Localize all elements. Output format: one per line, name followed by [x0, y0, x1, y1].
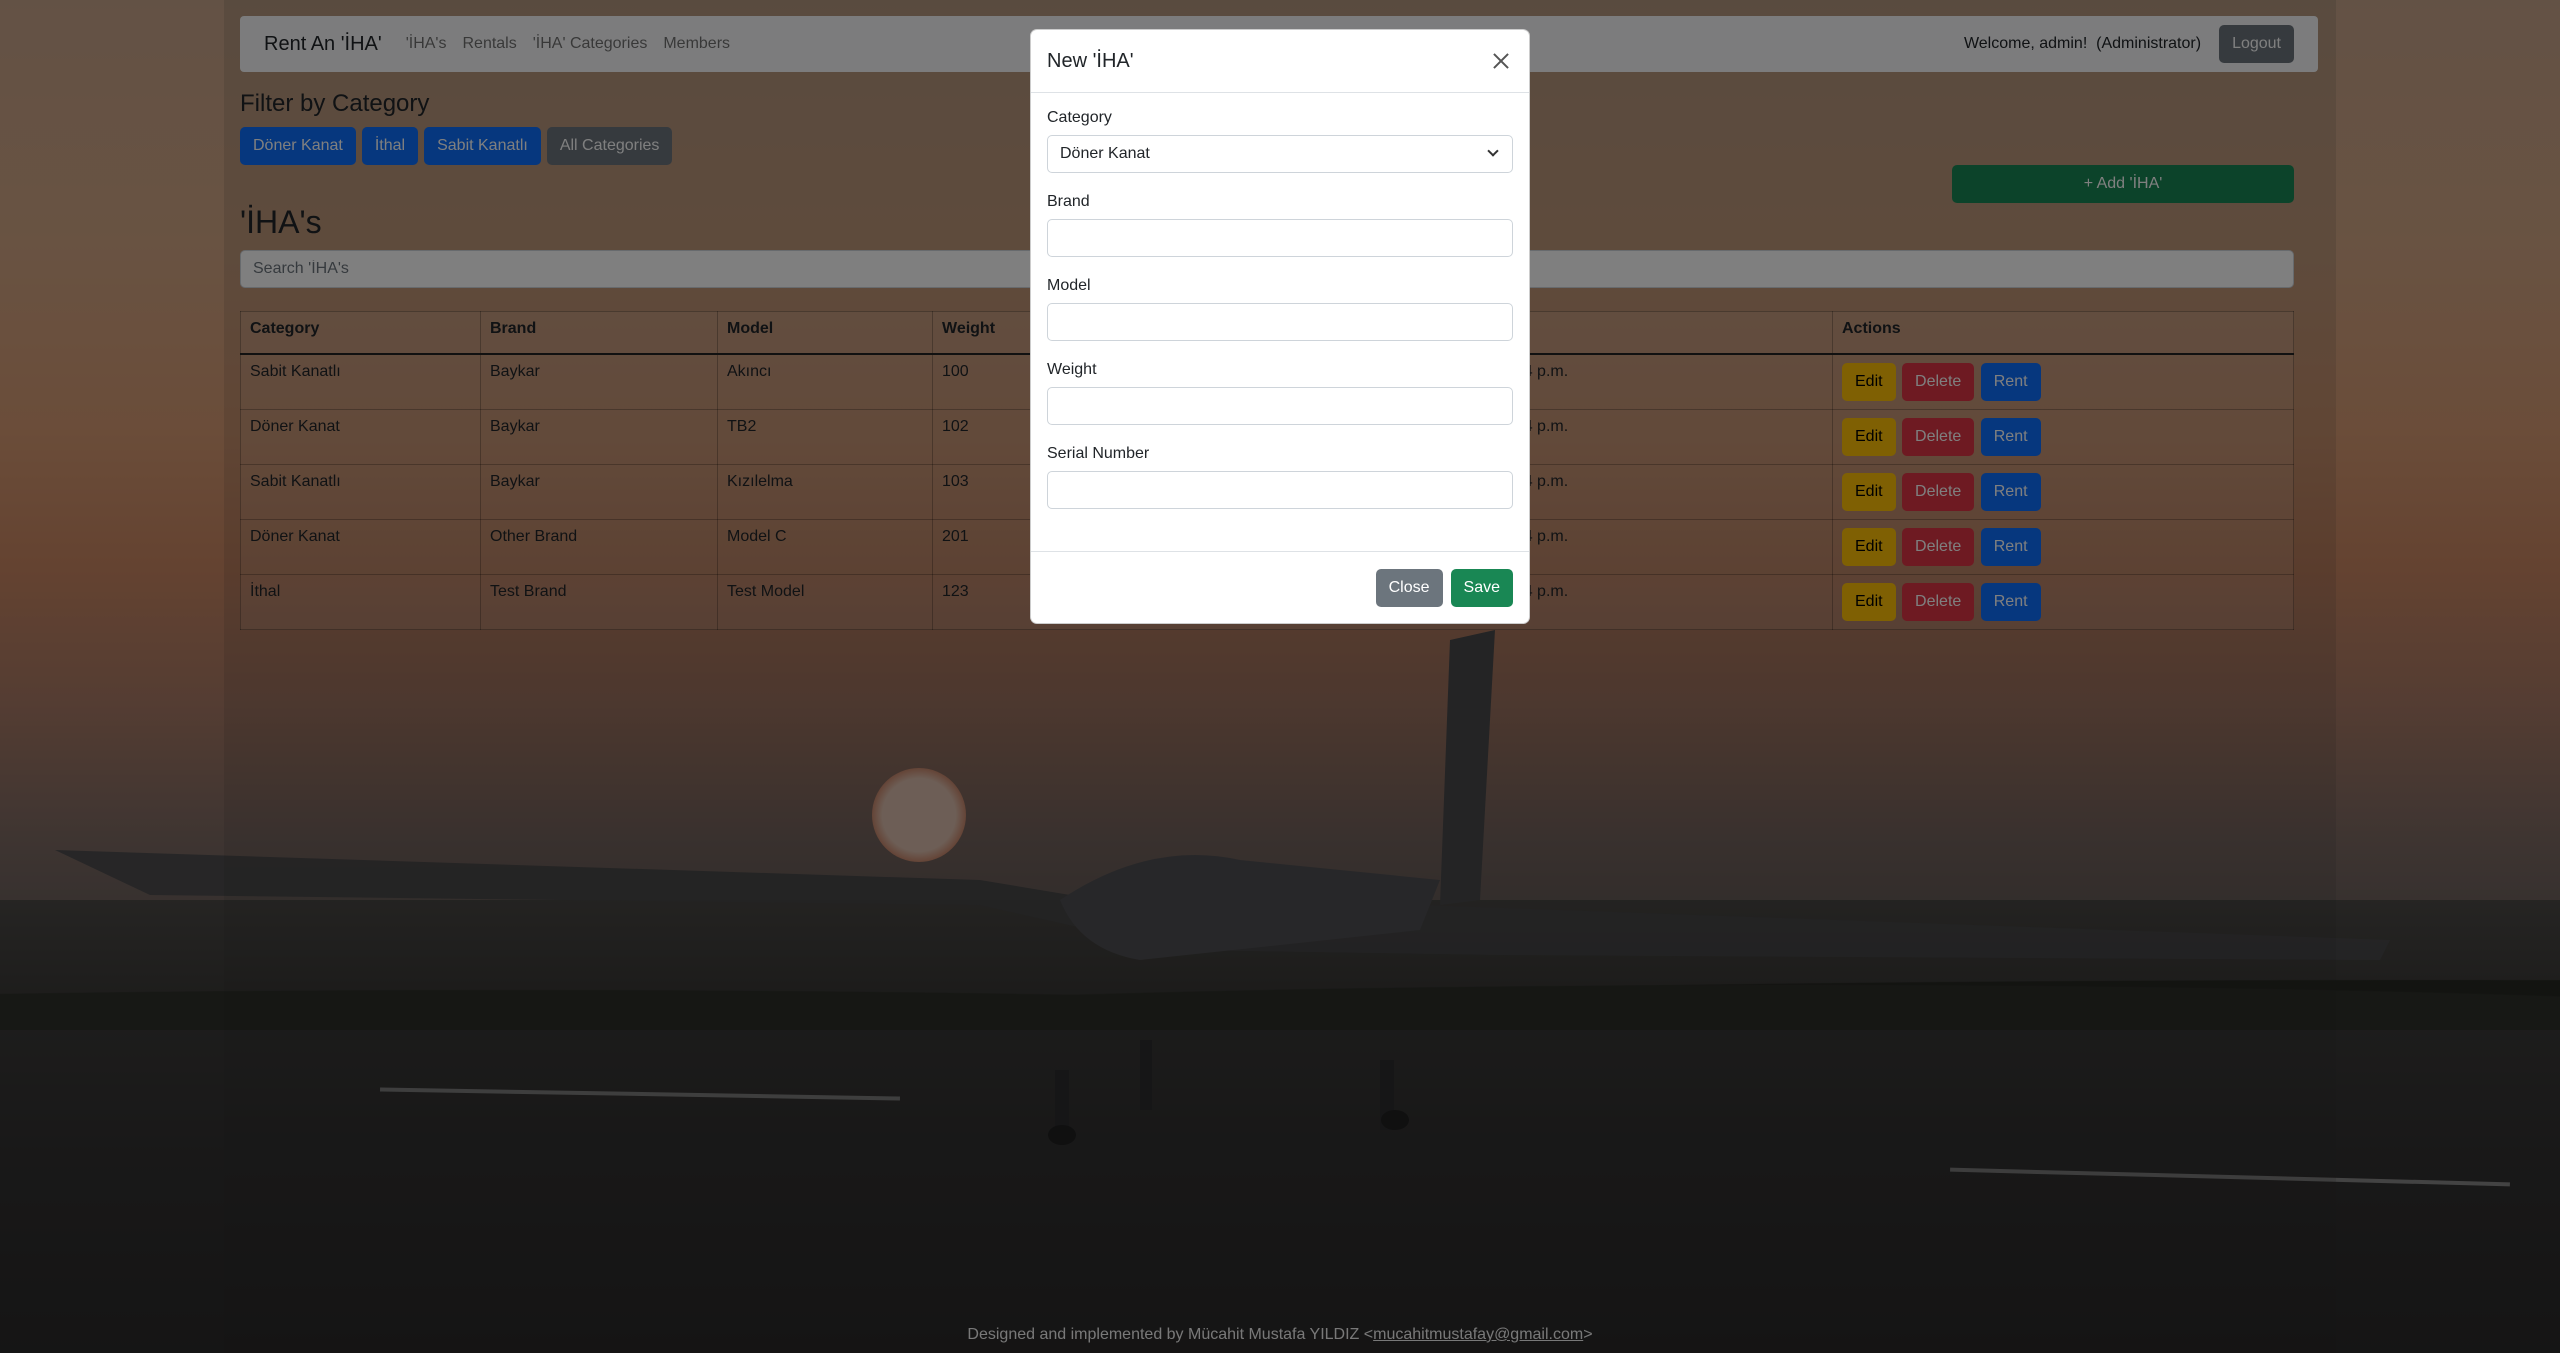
- category-select[interactable]: Döner Kanat: [1047, 135, 1513, 173]
- close-icon[interactable]: [1489, 49, 1513, 73]
- new-iha-modal: New 'İHA' Category Döner Kanat Brand Mod…: [1030, 29, 1530, 624]
- modal-header: New 'İHA': [1031, 30, 1529, 93]
- modal-title: New 'İHA': [1047, 49, 1134, 72]
- model-label: Model: [1047, 277, 1091, 294]
- weight-input[interactable]: [1047, 387, 1513, 425]
- category-select-wrapper: Döner Kanat: [1047, 135, 1513, 173]
- brand-label: Brand: [1047, 193, 1090, 210]
- modal-footer: Close Save: [1031, 551, 1529, 623]
- serial-number-input[interactable]: [1047, 471, 1513, 509]
- modal-body: Category Döner Kanat Brand Model Weight …: [1031, 93, 1529, 545]
- category-label: Category: [1047, 109, 1112, 126]
- weight-label: Weight: [1047, 361, 1097, 378]
- serial-number-label: Serial Number: [1047, 445, 1150, 462]
- save-button[interactable]: Save: [1450, 568, 1513, 607]
- brand-input[interactable]: [1047, 219, 1513, 257]
- close-button[interactable]: Close: [1375, 568, 1443, 607]
- model-input[interactable]: [1047, 303, 1513, 341]
